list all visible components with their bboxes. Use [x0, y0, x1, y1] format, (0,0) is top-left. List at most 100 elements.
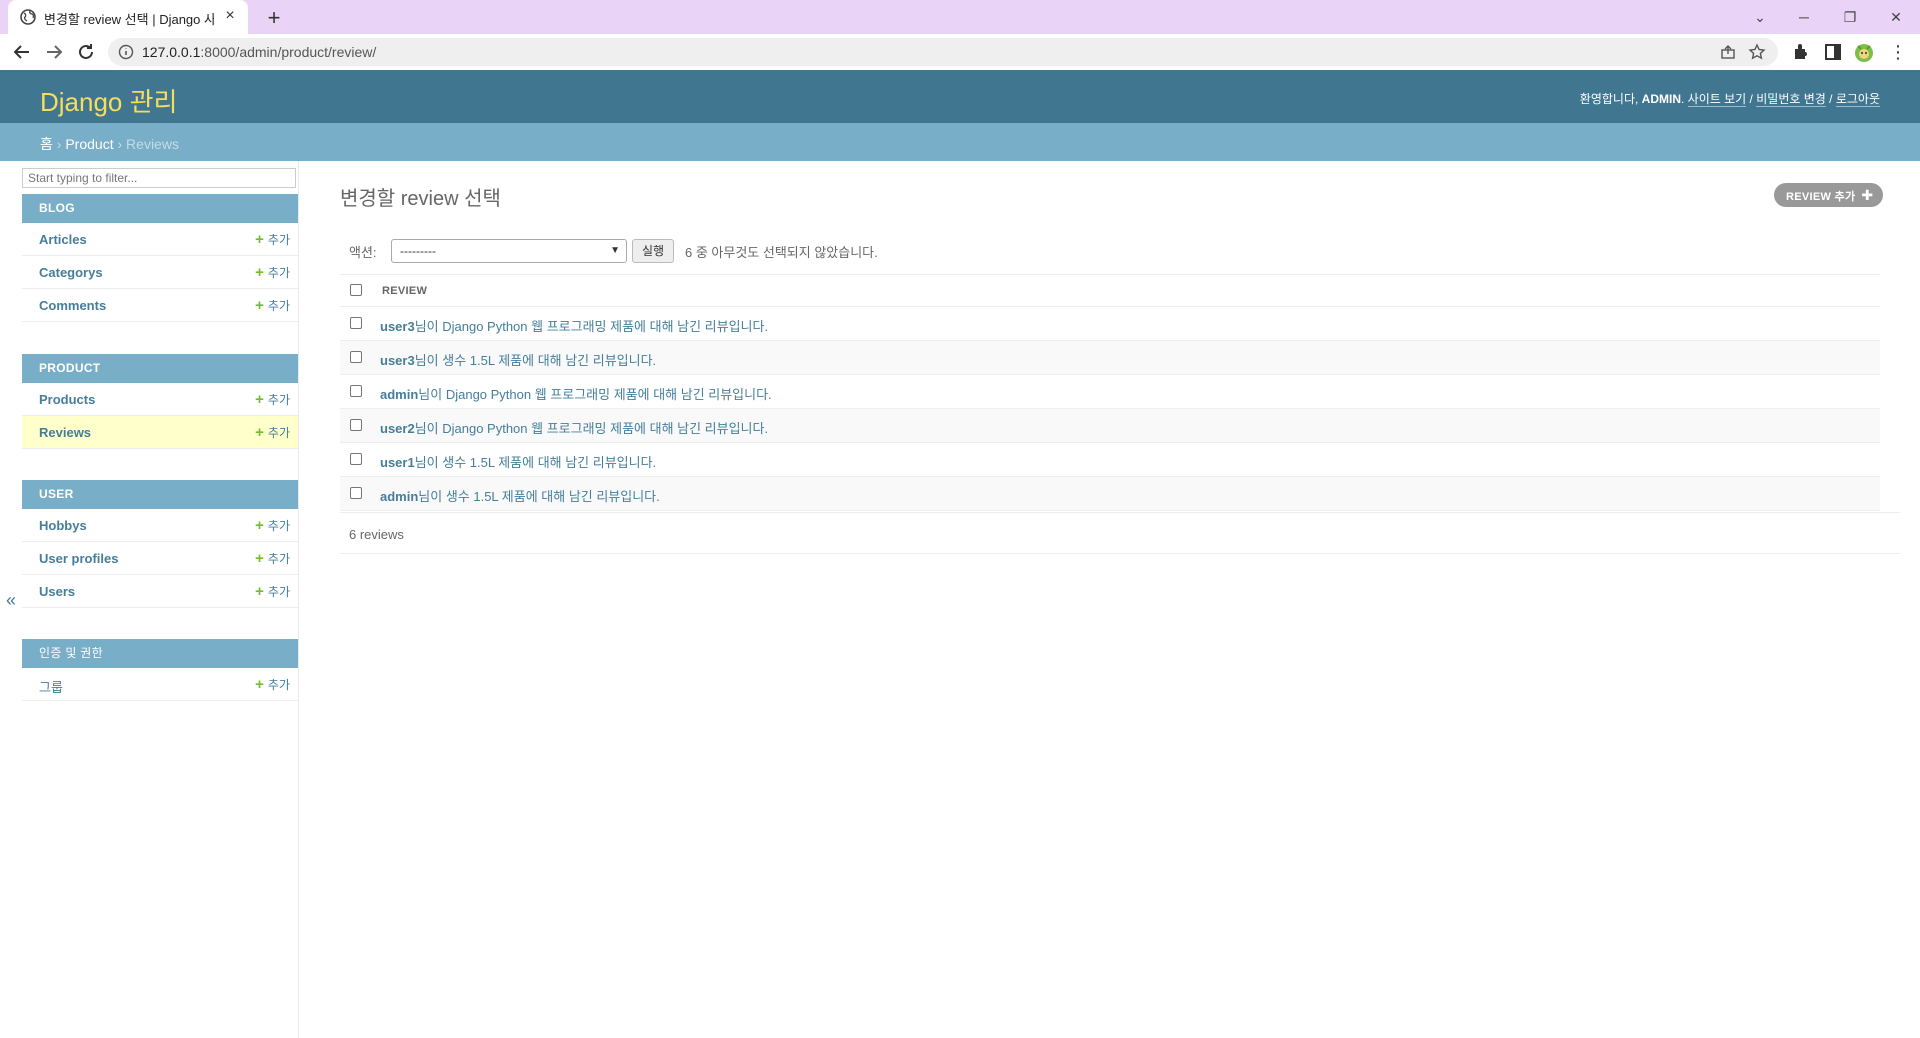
globe-icon — [20, 9, 36, 25]
view-site-link[interactable]: 사이트 보기 — [1687, 92, 1747, 107]
actions-label: 액션: — [349, 245, 377, 260]
add-articles-link[interactable]: + 추가 — [255, 231, 290, 248]
breadcrumb: 홈 › Product › Reviews — [0, 123, 1920, 161]
sidebar-item-groups[interactable]: 그룹 + 추가 — [22, 668, 298, 701]
add-products-link[interactable]: + 추가 — [255, 391, 290, 408]
add-user-profiles-link[interactable]: + 추가 — [255, 550, 290, 567]
plus-icon: + — [255, 517, 264, 534]
new-tab-button[interactable]: + — [262, 6, 286, 30]
run-action-button[interactable]: 실행 — [632, 239, 674, 263]
select-all-checkbox[interactable] — [350, 284, 362, 296]
plus-icon: + — [255, 264, 264, 281]
add-categorys-link[interactable]: + 추가 — [255, 264, 290, 281]
window-close-button[interactable]: ✕ — [1876, 4, 1916, 30]
plus-icon: + — [255, 297, 264, 314]
menu-kebab-icon[interactable]: ⋮ — [1886, 40, 1910, 64]
plus-icon: + — [255, 550, 264, 567]
logout-link[interactable]: 로그아웃 — [1835, 92, 1880, 107]
browser-tab[interactable]: 변경할 review 선택 | Django 사이트 관리 × — [8, 0, 248, 34]
review-link[interactable]: user3님이 Django Python 웹 프로그래밍 제품에 대해 남긴 … — [380, 316, 768, 335]
extensions-icon[interactable] — [1789, 40, 1813, 64]
review-link[interactable]: user1님이 생수 1.5L 제품에 대해 남긴 리뷰입니다. — [380, 452, 656, 471]
add-groups-link[interactable]: + 추가 — [255, 676, 290, 693]
plus-icon: + — [255, 583, 264, 600]
row-checkbox[interactable] — [350, 487, 362, 499]
plus-icon: + — [255, 676, 264, 693]
page-title: 변경할 review 선택 — [340, 188, 501, 210]
welcome-text: 환영합니다, — [1579, 92, 1642, 106]
tab-title: 변경할 review 선택 | Django 사이트 관리 — [44, 12, 214, 27]
review-link[interactable]: user2님이 Django Python 웹 프로그래밍 제품에 대해 남긴 … — [380, 418, 768, 437]
reload-button[interactable] — [74, 40, 98, 64]
add-review-button[interactable]: REVIEW 추가 ✚ — [1774, 183, 1884, 207]
sidebar-item-user-profiles[interactable]: User profiles + 추가 — [22, 542, 298, 575]
row-checkbox[interactable] — [350, 317, 362, 329]
add-comments-link[interactable]: + 추가 — [255, 297, 290, 314]
row-checkbox[interactable] — [350, 419, 362, 431]
row-checkbox[interactable] — [350, 385, 362, 397]
row-checkbox[interactable] — [350, 453, 362, 465]
restore-button[interactable]: ❐ — [1830, 4, 1870, 30]
url-text: 127.0.0.1:8000/admin/product/review/ — [142, 44, 377, 60]
admin-header: Django 관리 환영합니다, ADMIN. 사이트 보기 / 비밀번호 변경… — [0, 70, 1920, 123]
plus-icon: + — [255, 391, 264, 408]
table-row: admin님이 Django Python 웹 프로그래밍 제품에 대해 남긴 … — [340, 375, 1880, 409]
table-row: user1님이 생수 1.5L 제품에 대해 남긴 리뷰입니다. — [340, 443, 1880, 477]
table-header: REVIEW — [340, 274, 1880, 307]
add-hobbys-link[interactable]: + 추가 — [255, 517, 290, 534]
star-icon[interactable] — [1748, 43, 1766, 61]
table-row: user2님이 Django Python 웹 프로그래밍 제품에 대해 남긴 … — [340, 409, 1880, 443]
browser-tabstrip: 변경할 review 선택 | Django 사이트 관리 × + ⌄ ─ ❐ … — [0, 0, 1920, 34]
plus-icon: + — [255, 424, 264, 441]
breadcrumb-current: Reviews — [126, 136, 179, 152]
side-panel-icon[interactable] — [1821, 40, 1845, 64]
table-row: admin님이 생수 1.5L 제품에 대해 남긴 리뷰입니다. — [340, 477, 1880, 511]
sidebar-item-hobbys[interactable]: Hobbys + 추가 — [22, 509, 298, 542]
change-password-link[interactable]: 비밀번호 변경 — [1756, 92, 1826, 107]
action-select[interactable]: --------- ▼ — [391, 239, 627, 263]
chevron-down-icon: ▼ — [610, 245, 620, 256]
share-icon[interactable] — [1720, 44, 1736, 60]
add-reviews-link[interactable]: + 추가 — [255, 424, 290, 441]
browser-toolbar: 127.0.0.1:8000/admin/product/review/ ⋮ — [0, 34, 1920, 71]
result-count: 6 reviews — [349, 527, 404, 542]
action-counter: 6 중 아무것도 선택되지 않았습니다. — [685, 245, 878, 260]
plus-icon: + — [255, 231, 264, 248]
nav-sidebar: Start typing to filter... BLOG Articles … — [22, 161, 299, 1038]
paginator: 6 reviews — [340, 512, 1900, 554]
table-row: user3님이 생수 1.5L 제품에 대해 남긴 리뷰입니다. — [340, 341, 1880, 375]
add-users-link[interactable]: + 추가 — [255, 583, 290, 600]
module-caption-user[interactable]: USER — [22, 480, 298, 509]
profile-avatar-icon[interactable] — [1852, 40, 1876, 64]
sidebar-item-users[interactable]: Users + 추가 — [22, 575, 298, 608]
module-caption-auth[interactable]: 인증 및 권한 — [22, 639, 298, 668]
sidebar-item-articles[interactable]: Articles + 추가 — [22, 223, 298, 256]
minimize-button[interactable]: ─ — [1784, 4, 1824, 30]
review-link[interactable]: admin님이 생수 1.5L 제품에 대해 남긴 리뷰입니다. — [380, 486, 660, 505]
sidebar-item-reviews[interactable]: Reviews + 추가 — [22, 416, 298, 449]
review-link[interactable]: user3님이 생수 1.5L 제품에 대해 남긴 리뷰입니다. — [380, 350, 656, 369]
site-brand[interactable]: Django 관리 — [40, 82, 177, 119]
module-caption-blog[interactable]: BLOG — [22, 194, 298, 223]
info-icon[interactable] — [118, 44, 134, 60]
breadcrumb-home[interactable]: 홈 — [40, 136, 53, 152]
user-tools: 환영합니다, ADMIN. 사이트 보기 / 비밀번호 변경 / 로그아웃 — [1579, 92, 1880, 107]
tab-search-icon[interactable]: ⌄ — [1740, 4, 1780, 30]
toggle-nav-sidebar-button[interactable]: « — [6, 590, 16, 611]
module-caption-product[interactable]: PRODUCT — [22, 354, 298, 383]
back-button[interactable] — [10, 40, 34, 64]
row-checkbox[interactable] — [350, 351, 362, 363]
sidebar-item-categorys[interactable]: Categorys + 추가 — [22, 256, 298, 289]
forward-button[interactable] — [42, 40, 66, 64]
close-icon[interactable]: × — [222, 8, 238, 24]
username: ADMIN — [1641, 92, 1681, 106]
sidebar-item-products[interactable]: Products + 추가 — [22, 383, 298, 416]
sidebar-item-comments[interactable]: Comments + 추가 — [22, 289, 298, 322]
column-header-review[interactable]: REVIEW — [382, 285, 427, 297]
review-link[interactable]: admin님이 Django Python 웹 프로그래밍 제품에 대해 남긴 … — [380, 384, 772, 403]
breadcrumb-app[interactable]: Product — [65, 136, 113, 152]
plus-icon: ✚ — [1861, 187, 1874, 203]
table-row: user3님이 Django Python 웹 프로그래밍 제품에 대해 남긴 … — [340, 307, 1880, 341]
address-bar[interactable]: 127.0.0.1:8000/admin/product/review/ — [108, 38, 1778, 66]
nav-filter-input[interactable]: Start typing to filter... — [22, 168, 296, 188]
